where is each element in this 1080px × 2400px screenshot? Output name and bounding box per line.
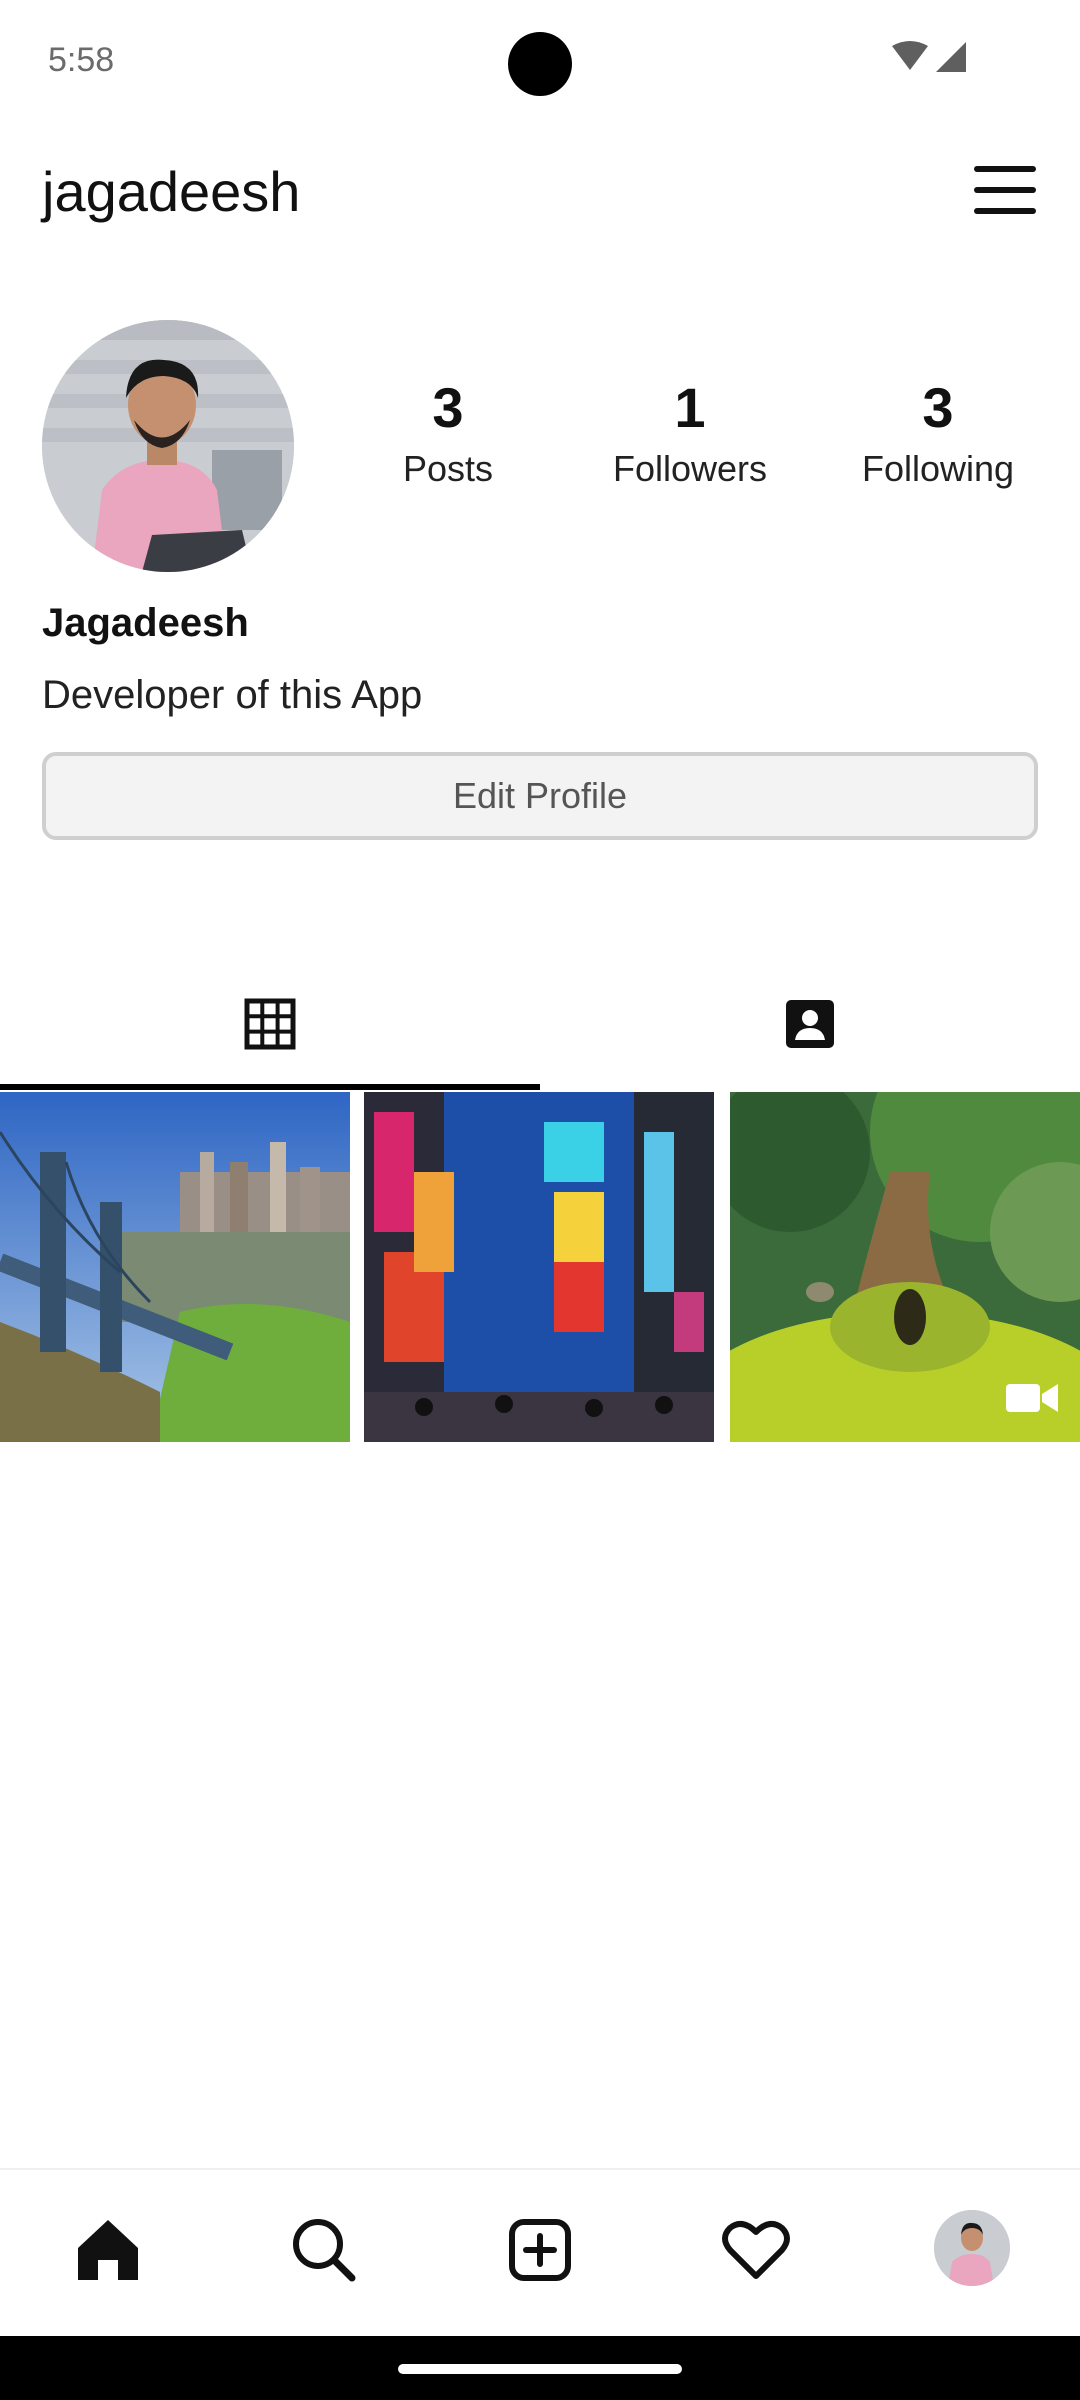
stat-followers[interactable]: 1 Followers — [590, 375, 790, 491]
post-thumbnail[interactable] — [730, 1092, 1080, 1442]
nav-search[interactable] — [284, 2210, 364, 2290]
nav-profile-avatar[interactable] — [934, 2210, 1010, 2286]
edit-profile-button[interactable]: Edit Profile — [42, 752, 1038, 840]
hamburger-menu-icon — [974, 166, 1036, 214]
stat-posts[interactable]: 3 Posts — [348, 375, 548, 491]
post-grid — [0, 1092, 1080, 1442]
cell-signal-icon — [936, 42, 966, 72]
status-time: 5:58 — [48, 41, 115, 79]
following-label: Following — [861, 448, 1015, 489]
app-header: jagadeesh — [0, 140, 1080, 240]
followers-count: 1 — [674, 376, 706, 439]
tab-selected-indicator — [0, 1084, 540, 1090]
menu-button[interactable] — [970, 160, 1040, 220]
tab-posts-grid[interactable] — [0, 960, 540, 1090]
heart-icon — [722, 2220, 790, 2279]
bottom-nav — [0, 2168, 1080, 2336]
nav-activity[interactable] — [716, 2210, 796, 2290]
profile-stats: 3 Posts 1 Followers 3 Following — [0, 375, 1080, 515]
profile-avatar-thumb — [934, 2210, 1010, 2286]
posts-label: Posts — [402, 448, 494, 489]
posts-count: 3 — [432, 376, 464, 439]
profile-screen: 5:58 jagadeesh 3 Posts 1 Followers 3 Fol… — [0, 0, 1080, 2400]
post-thumbnail[interactable] — [0, 1092, 350, 1442]
tagged-contact-icon — [786, 1000, 834, 1048]
bridge-city-photo — [0, 1092, 350, 1442]
following-count: 3 — [922, 376, 954, 439]
nav-add-post[interactable] — [500, 2210, 580, 2290]
profile-tabs — [0, 960, 1080, 1090]
display-name: Jagadeesh — [42, 601, 249, 645]
video-icon — [1006, 1384, 1058, 1412]
status-bar: 5:58 — [0, 0, 1080, 120]
tab-tagged[interactable] — [540, 960, 1080, 1090]
wifi-icon — [892, 41, 928, 70]
times-square-photo — [364, 1092, 714, 1442]
home-icon — [78, 2220, 138, 2280]
system-gesture-bar — [0, 2336, 1080, 2400]
stat-following[interactable]: 3 Following — [838, 375, 1038, 491]
username-title: jagadeesh — [42, 160, 301, 223]
gesture-handle[interactable] — [398, 2364, 682, 2374]
grid-icon — [244, 998, 296, 1050]
followers-label: Followers — [612, 448, 768, 489]
add-post-icon — [509, 2219, 571, 2281]
status-icons — [892, 41, 966, 72]
profile-bio: Developer of this App — [42, 673, 423, 717]
camera-cutout — [508, 32, 572, 96]
nav-home[interactable] — [68, 2210, 148, 2290]
search-icon — [293, 2219, 356, 2282]
post-thumbnail[interactable] — [364, 1092, 714, 1442]
